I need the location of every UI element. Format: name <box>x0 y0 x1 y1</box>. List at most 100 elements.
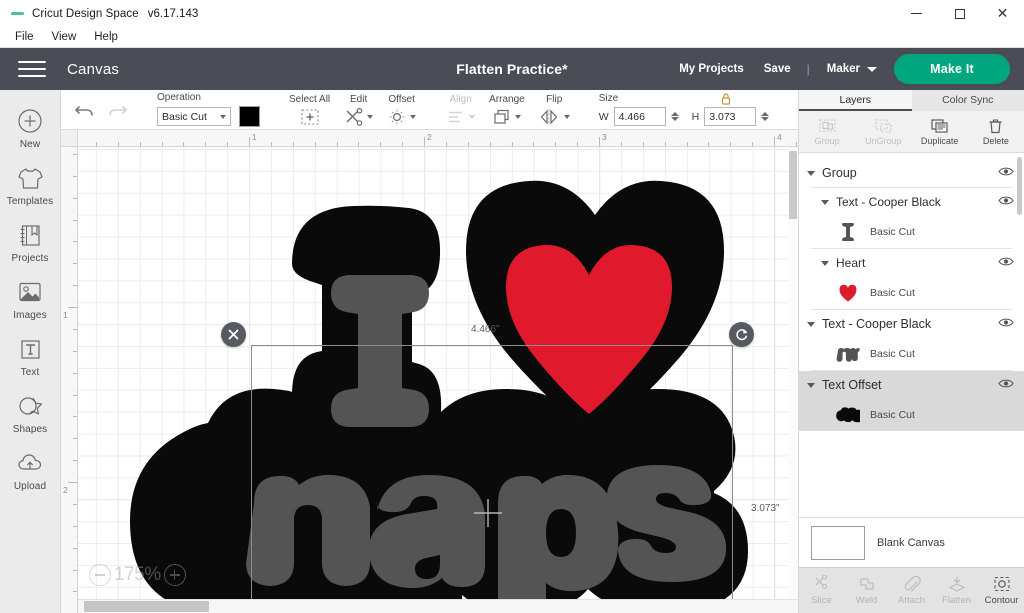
select-all-button[interactable]: Select All <box>282 94 337 126</box>
align-icon <box>449 111 463 122</box>
operation-select[interactable]: Basic Cut <box>157 107 231 126</box>
slice-label: Slice <box>811 595 832 606</box>
layer-heart-row[interactable]: Heart <box>799 249 1024 277</box>
chevron-down-icon[interactable] <box>821 260 829 266</box>
sidebar-item-images[interactable]: Images <box>0 270 61 327</box>
layer-text-cooper-black-2-row[interactable]: Text - Cooper Black <box>799 310 1024 338</box>
chevron-down-icon[interactable] <box>807 382 815 388</box>
sidebar-item-label: Templates <box>6 196 54 207</box>
eye-icon[interactable] <box>998 376 1014 394</box>
layer-text-cooper-black-row[interactable]: Text - Cooper Black <box>799 188 1024 216</box>
layer-group-row[interactable]: Group <box>799 159 1024 187</box>
upload-cloud-icon <box>15 448 45 478</box>
height-stepper[interactable] <box>761 112 770 121</box>
duplicate-button[interactable]: Duplicate <box>912 118 968 146</box>
aspect-lock-button[interactable] <box>718 92 734 111</box>
delete-handle[interactable] <box>221 322 246 347</box>
close-button[interactable]: ✕ <box>981 0 1024 27</box>
save-button[interactable]: Save <box>754 57 801 81</box>
minimize-button[interactable] <box>895 0 938 27</box>
delete-layer-button[interactable]: Delete <box>968 118 1024 146</box>
letter-i-thumb <box>835 219 861 245</box>
canvas-color-row[interactable]: Blank Canvas <box>799 517 1024 567</box>
scrollbar-thumb[interactable] <box>789 151 797 219</box>
canvas-color-swatch[interactable] <box>811 525 865 560</box>
ruler-tick <box>730 142 732 146</box>
redo-button[interactable] <box>101 93 135 127</box>
eye-icon[interactable] <box>998 164 1014 182</box>
align-button[interactable]: Align <box>439 94 482 126</box>
align-label: Align <box>449 93 472 105</box>
flatten-button[interactable]: Flatten <box>934 575 979 606</box>
flip-button[interactable]: Flip <box>532 94 577 126</box>
ungroup-button[interactable]: UnGroup <box>855 118 911 146</box>
menu-help[interactable]: Help <box>85 29 127 45</box>
canvas-vertical-scrollbar[interactable] <box>788 147 798 599</box>
ruler-tick <box>73 547 77 549</box>
sidebar-item-text[interactable]: Text <box>0 327 61 384</box>
maximize-button[interactable] <box>938 0 981 27</box>
ruler-tick <box>489 142 491 146</box>
eye-icon[interactable] <box>998 315 1014 333</box>
layers-scrollbar-thumb[interactable] <box>1017 157 1022 215</box>
flip-icon <box>540 108 558 125</box>
tab-color-sync[interactable]: Color Sync <box>912 90 1024 111</box>
sidebar-item-shapes[interactable]: Shapes <box>0 384 61 441</box>
menu-view[interactable]: View <box>43 29 86 45</box>
layer-text-offset-row[interactable]: Text Offset <box>799 371 1024 399</box>
canvas-label: Canvas <box>67 60 120 78</box>
width-input[interactable]: 4.466 <box>613 107 666 126</box>
edit-button[interactable]: Edit <box>337 94 380 126</box>
duplicate-label: Duplicate <box>920 135 959 146</box>
sidebar-item-projects[interactable]: Projects <box>0 213 61 270</box>
layer-child-row[interactable]: Basic Cut <box>799 338 1024 370</box>
layer-operation: Basic Cut <box>870 287 915 299</box>
sidebar-item-label: Text <box>20 367 40 378</box>
ruler-tick <box>249 137 250 146</box>
sidebar-item-label: Projects <box>11 253 49 264</box>
layers-list[interactable]: Group Text - Cooper Black Basic Cut Hear… <box>799 153 1024 517</box>
arrange-layers-icon <box>494 109 510 124</box>
selection-bounding-box[interactable] <box>251 345 733 613</box>
machine-label: Maker <box>826 63 860 75</box>
slice-button[interactable]: Slice <box>799 575 844 606</box>
sidebar-item-new[interactable]: New <box>0 99 61 156</box>
heart-thumb <box>835 280 861 306</box>
sidebar-item-upload[interactable]: Upload <box>0 441 61 498</box>
scrollbar-thumb[interactable] <box>84 601 209 612</box>
layer-child-row[interactable]: Basic Cut <box>799 216 1024 248</box>
header-separator: | <box>806 62 810 76</box>
contour-icon <box>993 576 1010 592</box>
tab-layers[interactable]: Layers <box>799 90 912 111</box>
arrange-button[interactable]: Arrange <box>482 94 532 126</box>
eye-icon[interactable] <box>998 254 1014 272</box>
caret-down-icon <box>469 114 476 119</box>
machine-selector[interactable]: Maker <box>816 57 886 81</box>
make-it-button[interactable]: Make It <box>894 54 1010 84</box>
layer-child-row[interactable]: Basic Cut <box>799 277 1024 309</box>
sidebar-item-templates[interactable]: Templates <box>0 156 61 213</box>
canvas-horizontal-scrollbar[interactable] <box>78 599 798 613</box>
attach-button[interactable]: Attach <box>889 575 934 606</box>
zoom-in-button[interactable] <box>163 564 186 586</box>
menu-file[interactable]: File <box>6 29 43 45</box>
chevron-down-icon[interactable] <box>821 199 829 205</box>
rotate-handle[interactable] <box>729 322 754 347</box>
undo-button[interactable] <box>67 93 101 127</box>
chevron-down-icon[interactable] <box>807 321 815 327</box>
chevron-down-icon[interactable] <box>807 170 815 176</box>
design-canvas[interactable]: 1234 12 4.466" 3.073" 175% <box>61 130 798 613</box>
hamburger-menu-icon[interactable] <box>18 58 46 80</box>
offset-button[interactable]: Offset <box>380 94 423 126</box>
zoom-out-button[interactable] <box>89 564 111 586</box>
eye-icon[interactable] <box>998 193 1014 211</box>
weld-label: Weld <box>855 595 878 606</box>
contour-button[interactable]: Contour <box>979 575 1024 606</box>
layer-child-row[interactable]: Basic Cut <box>799 399 1024 431</box>
operation-color-swatch[interactable] <box>239 106 260 127</box>
width-stepper[interactable] <box>670 112 679 121</box>
group-button[interactable]: Group <box>799 118 855 146</box>
my-projects-button[interactable]: My Projects <box>669 57 754 81</box>
rotate-icon <box>797 109 798 125</box>
weld-button[interactable]: Weld <box>844 575 889 606</box>
